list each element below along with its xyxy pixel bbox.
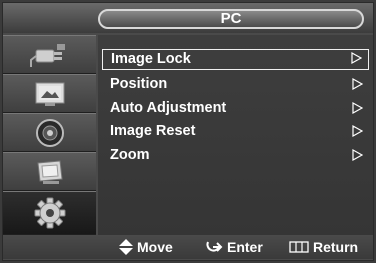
plug-icon — [29, 43, 65, 67]
menu-item-image-reset[interactable]: Image Reset — [102, 121, 369, 142]
sidebar-item-setup[interactable] — [3, 152, 96, 191]
menu-item-image-lock[interactable]: Image Lock — [102, 49, 369, 70]
enter-label: Enter — [227, 239, 263, 255]
menu-item-label: Zoom — [110, 147, 150, 163]
return-hint: Return — [289, 235, 358, 259]
up-down-arrow-icon — [119, 239, 133, 255]
screen-icon — [36, 159, 63, 184]
menu-item-position[interactable]: Position — [102, 74, 369, 95]
gear-icon — [34, 197, 65, 229]
menu-item-label: Image Reset — [110, 123, 196, 139]
speaker-icon — [35, 118, 64, 147]
menu-item-zoom[interactable]: Zoom — [102, 145, 369, 166]
category-sidebar — [3, 35, 96, 235]
sidebar-item-pc[interactable] — [3, 191, 96, 235]
chevron-right-icon — [351, 52, 362, 64]
return-icon — [289, 241, 309, 253]
menu-item-auto-adjustment[interactable]: Auto Adjustment — [102, 98, 369, 119]
enter-hint: Enter — [205, 235, 263, 259]
menu-item-label: Auto Adjustment — [110, 100, 227, 116]
enter-icon — [206, 241, 223, 252]
sidebar-item-picture[interactable] — [3, 74, 96, 113]
chevron-right-icon — [352, 102, 363, 114]
chevron-right-icon — [352, 125, 363, 137]
footer-hints: Move Enter Return — [3, 235, 373, 259]
move-hint: Move — [119, 235, 173, 259]
sidebar-item-sound[interactable] — [3, 113, 96, 152]
menu-item-label: Image Lock — [111, 51, 191, 67]
menu-panel: Image Lock Position Auto Adjustment Imag… — [98, 35, 373, 235]
page-title: PC — [98, 9, 364, 29]
chevron-right-icon — [352, 78, 363, 90]
move-label: Move — [137, 239, 173, 255]
sidebar-item-input[interactable] — [3, 35, 96, 74]
return-label: Return — [313, 239, 359, 255]
menu-item-label: Position — [110, 76, 168, 92]
picture-icon — [35, 82, 64, 106]
chevron-right-icon — [352, 149, 363, 161]
